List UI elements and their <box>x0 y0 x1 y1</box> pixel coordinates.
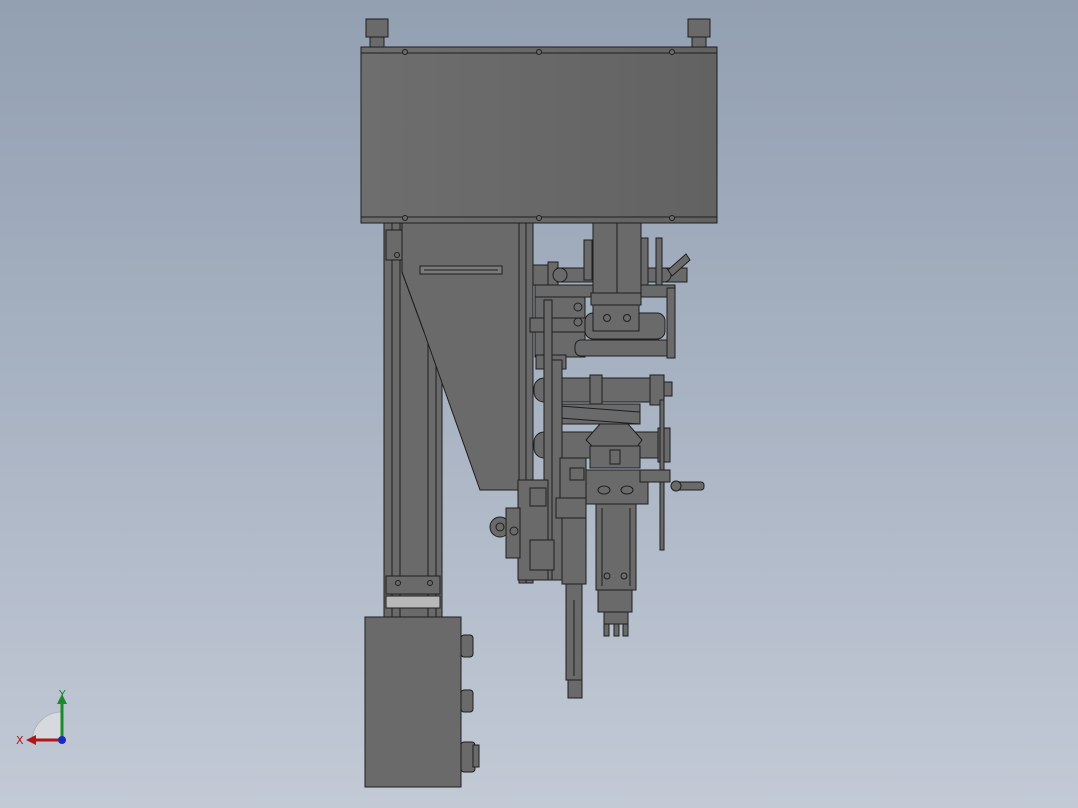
z-axis-dot <box>58 736 66 744</box>
side-clamp <box>489 479 555 581</box>
orientation-triad[interactable]: Y X <box>12 684 82 754</box>
cad-model-front-view[interactable] <box>0 0 1078 808</box>
bottom-motor-box <box>364 616 480 788</box>
upper-cylinder-block <box>590 222 642 332</box>
triad-graphic: Y X <box>16 688 67 747</box>
lower-cylinder <box>595 503 637 637</box>
y-axis-label: Y <box>58 688 66 701</box>
top-right-foot <box>687 18 711 48</box>
x-axis-label: X <box>16 734 24 747</box>
top-housing <box>360 46 718 224</box>
top-left-foot <box>365 18 389 48</box>
triad-plane-shade <box>31 711 63 741</box>
graphics-viewport[interactable]: Y X <box>0 0 1078 808</box>
x-axis-arrowhead <box>26 735 36 745</box>
